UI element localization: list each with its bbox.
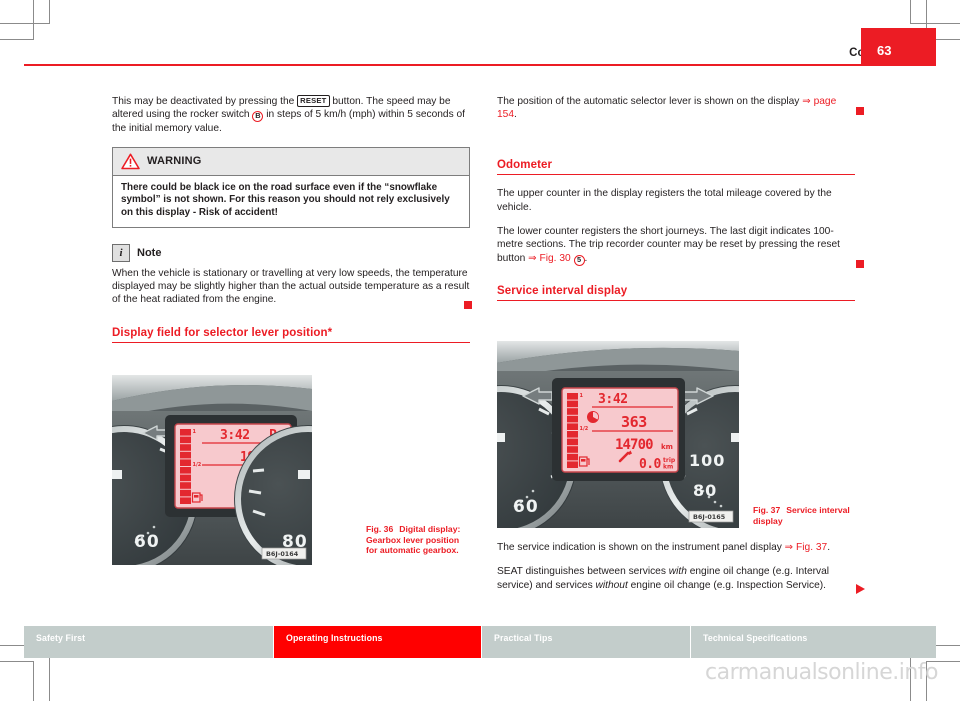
service-xref-fig-37[interactable]: ⇒ Fig. 37 <box>785 542 828 553</box>
selector-text-part1: The position of the automatic selector l… <box>497 96 803 107</box>
odometer-paragraph-2: The lower counter registers the short jo… <box>497 225 855 266</box>
svg-text:1/2: 1/2 <box>580 426 589 432</box>
selector-text-part2: . <box>514 109 517 121</box>
figure-36-caption-number: Fig. 36 <box>366 524 394 534</box>
footer-tab-technical-specifications-label: Technical Specifications <box>703 633 808 643</box>
service-p1-part1: The service indication is shown on the i… <box>497 542 785 553</box>
instrument-cluster-image-37: 60 100 80 1 1/2 3:42 363 14700 km 0.0 tr… <box>497 341 739 528</box>
service-text-block: The service indication is shown on the i… <box>497 541 855 603</box>
section-rule-selector-lever <box>112 341 470 344</box>
callout-b: B <box>252 111 264 123</box>
footer-tabs: Safety First Operating Instructions Prac… <box>24 626 936 658</box>
section-rule-service-interval <box>497 299 855 302</box>
odometer-xref-fig-30[interactable]: ⇒ Fig. 30 <box>528 253 573 264</box>
svg-text:1: 1 <box>580 393 584 399</box>
odometer-paragraph-1: The upper counter in the display registe… <box>497 188 832 213</box>
svg-text:60: 60 <box>134 532 160 552</box>
section-heading-selector-lever: Display field for selector lever positio… <box>112 326 333 339</box>
selector-lever-paragraph: The position of the automatic selector l… <box>497 95 855 122</box>
svg-text:B6J-0165: B6J-0165 <box>693 513 725 521</box>
warning-header: WARNING <box>113 147 469 176</box>
note-title: Note <box>137 246 162 259</box>
right-column: The position of the automatic selector l… <box>497 95 864 302</box>
svg-text:3:42: 3:42 <box>598 392 628 407</box>
note-text: When the vehicle is stationary or travel… <box>112 267 470 306</box>
service-paragraph-2: SEAT distinguishes between services with… <box>497 565 855 592</box>
intro-paragraph: This may be deactivated by pressing the … <box>112 95 470 136</box>
page-number-box <box>861 28 936 66</box>
end-of-block-marker-note <box>464 300 472 309</box>
end-of-block-marker-continue <box>856 584 865 594</box>
warning-title: WARNING <box>147 155 202 168</box>
section-heading-odometer: Odometer <box>497 158 553 171</box>
footer-tab-safety-first-label: Safety First <box>36 633 86 643</box>
service-wrench-clock-icon <box>587 411 599 423</box>
figure-36-caption: Fig. 36 Digital display: Gearbox lever po… <box>366 524 470 556</box>
svg-text:km: km <box>661 443 673 451</box>
footer-tab-practical-tips[interactable]: Practical Tips <box>482 626 690 658</box>
callout-5: 5 <box>573 254 585 266</box>
manual-page: Cockpit 63 This may be deactivated by pr… <box>0 0 960 701</box>
svg-text:1/2: 1/2 <box>193 462 202 468</box>
reset-key-label: RESET <box>297 95 330 107</box>
instrument-cluster-image-36: 60 1 1/2 3:42 80 B6J-0164 <box>112 375 312 565</box>
warning-triangle-icon <box>121 153 140 170</box>
svg-text:1: 1 <box>193 429 197 435</box>
svg-text:60: 60 <box>513 497 539 517</box>
service-p2-em-without: without <box>595 579 628 591</box>
header-rule <box>24 64 936 66</box>
service-p2-part3: engine oil change (e.g. Inspection Servi… <box>627 579 827 591</box>
svg-text:80: 80 <box>693 481 717 500</box>
figure-37-caption: Fig. 37 Service interval display <box>753 505 863 526</box>
info-note-icon: i <box>112 243 130 262</box>
svg-text:100: 100 <box>689 451 725 470</box>
end-of-block-marker-odometer <box>856 259 864 268</box>
crop-mark-top-left-2 <box>0 0 50 24</box>
figure-36: 60 1 1/2 3:42 80 B6J-0164 <box>112 375 312 565</box>
page-number: 63 <box>877 43 892 58</box>
warning-text: There could be black ice on the road sur… <box>121 181 450 218</box>
footer-tab-operating-instructions-label: Operating Instructions <box>286 633 383 643</box>
svg-text:14700: 14700 <box>615 437 653 453</box>
warning-box: WARNING There could be black ice on the … <box>112 146 470 228</box>
service-p2-em-with: with <box>668 566 687 578</box>
service-p1-part2: . <box>827 542 831 553</box>
footer-tab-practical-tips-label: Practical Tips <box>494 633 553 643</box>
svg-text:km: km <box>663 464 673 471</box>
figure-37: 60 100 80 1 1/2 3:42 363 14700 km 0.0 tr… <box>497 341 739 528</box>
left-column: This may be deactivated by pressing the … <box>112 95 472 344</box>
svg-text:0.0: 0.0 <box>639 457 661 472</box>
site-watermark: carmanualsonline.info <box>705 660 938 685</box>
svg-text:363: 363 <box>621 413 647 431</box>
service-paragraph-1: The service indication is shown on the i… <box>497 541 855 554</box>
note-header: i Note <box>112 243 470 262</box>
svg-text:B6J-0164: B6J-0164 <box>266 550 299 558</box>
crop-mark-top-right-2 <box>910 0 960 24</box>
end-of-block-marker-selector <box>856 106 864 115</box>
intro-text-part1: This may be deactivated by pressing the <box>112 96 298 107</box>
footer-tab-safety-first[interactable]: Safety First <box>24 626 273 658</box>
footer-tab-operating-instructions[interactable]: Operating Instructions <box>274 626 481 658</box>
odometer-p2-part2: . <box>584 252 588 264</box>
service-p2-part1: SEAT distinguishes between services <box>497 566 669 578</box>
figure-37-caption-number: Fig. 37 <box>753 505 781 515</box>
footer-tab-technical-specifications[interactable]: Technical Specifications <box>691 626 936 658</box>
svg-text:3:42: 3:42 <box>220 428 250 443</box>
section-heading-service-interval: Service interval display <box>497 284 628 297</box>
